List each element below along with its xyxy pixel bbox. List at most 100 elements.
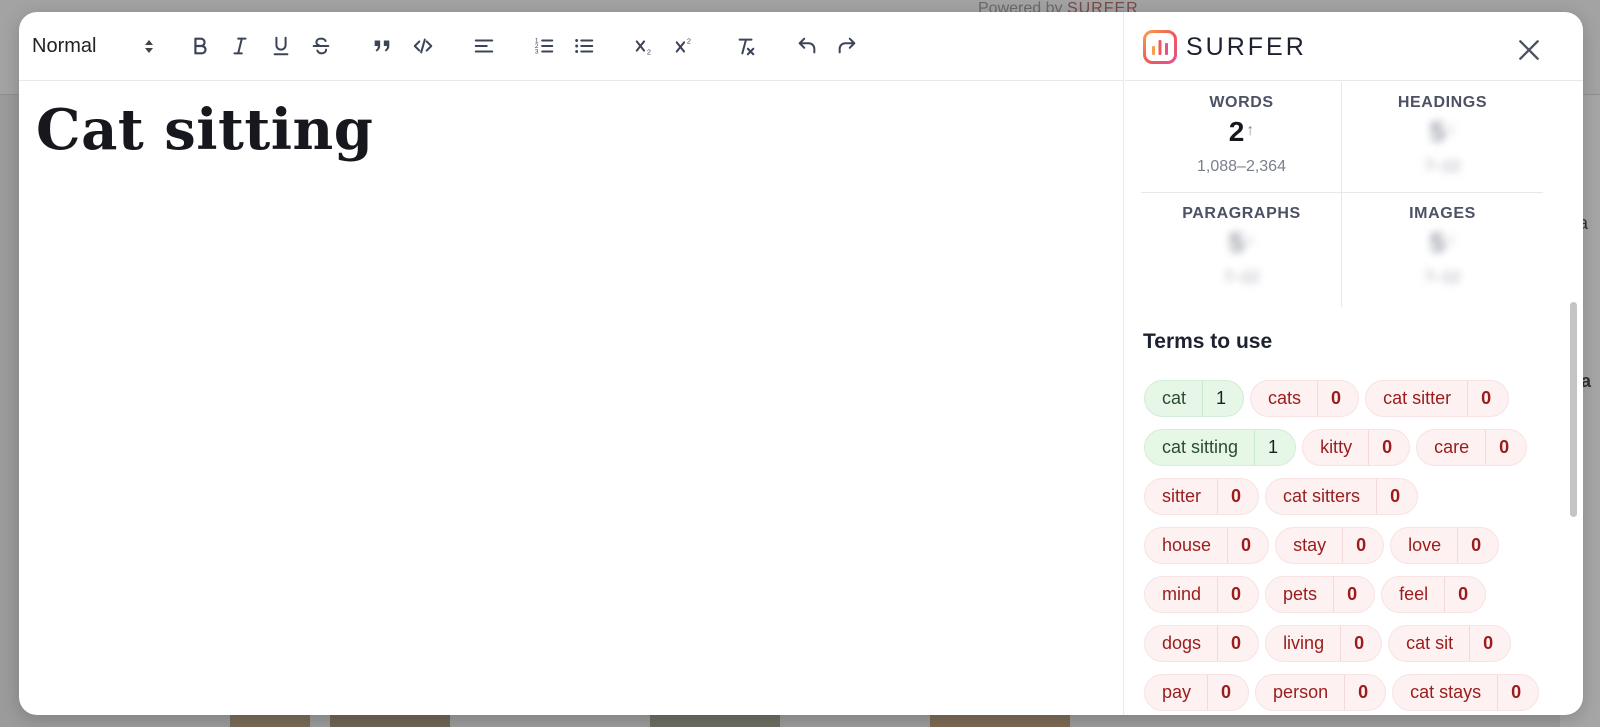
term-chip[interactable]: cat sitting 1 (1144, 429, 1297, 466)
stat-value: 5 ↑ (1342, 116, 1543, 148)
term-count: 0 (1217, 577, 1258, 612)
code-button[interactable] (409, 32, 437, 60)
bullet-list-button[interactable] (570, 32, 598, 60)
underline-button[interactable] (267, 32, 295, 60)
bold-icon (194, 37, 207, 55)
term-chip[interactable]: kitty 0 (1302, 429, 1411, 466)
term-count: 0 (1485, 430, 1526, 465)
italic-icon (233, 37, 247, 55)
formatting-toolbar: Normal 1 2 3 2 2 (19, 12, 1124, 81)
underline-icon (273, 36, 289, 56)
term-label: cat (1162, 388, 1187, 408)
subscript-button[interactable]: 2 (631, 32, 659, 60)
term-count: 0 (1340, 626, 1381, 661)
term-chip[interactable]: house 0 (1144, 527, 1270, 564)
term-chip[interactable]: stay 0 (1275, 527, 1385, 564)
align-button[interactable] (470, 32, 498, 60)
term-label: pets (1283, 584, 1318, 604)
ordered-list-button[interactable]: 123 (530, 32, 558, 60)
term-count: 0 (1333, 577, 1374, 612)
content-sidebar: SURFER WORDS 2 ↑ 1,088–2,364 HEADINGS 5 ↑ … (1125, 12, 1583, 715)
term-label: cat sitters (1283, 486, 1361, 506)
blockquote-button[interactable] (368, 32, 396, 60)
terms-to-use-heading: Terms to use (1143, 330, 1273, 353)
svg-text:2: 2 (687, 36, 691, 45)
select-arrows-icon (144, 37, 154, 55)
term-label: dogs (1162, 633, 1202, 653)
stat-images: IMAGES 5 ↑ 7–12 (1342, 193, 1543, 305)
term-count: 0 (1457, 528, 1498, 563)
stat-number: 5 (1228, 227, 1245, 258)
term-count: 0 (1217, 626, 1258, 661)
clear-format-button[interactable] (732, 32, 760, 60)
clear-format-icon (738, 38, 755, 56)
term-label: cat sitting (1162, 437, 1239, 457)
term-label: cat sit (1406, 633, 1454, 653)
term-chip[interactable]: mind 0 (1144, 576, 1260, 613)
bold-button[interactable] (186, 32, 214, 60)
paragraph-format-select[interactable]: Normal (32, 34, 154, 58)
stat-number: 5 (1429, 116, 1446, 147)
ordered-list-icon: 123 (535, 37, 554, 55)
terms-list: cat 1 cats 0 cat sitter 0 cat sitting 1 kitty 0 ca… (1144, 380, 1544, 711)
term-label: sitter (1162, 486, 1202, 506)
term-chip[interactable]: cat 1 (1144, 380, 1245, 417)
redo-button[interactable] (833, 32, 861, 60)
surfer-logo-icon (1143, 30, 1177, 64)
stat-value: 2 ↑ (1141, 116, 1342, 148)
stat-label: HEADINGS (1397, 94, 1488, 111)
term-chip[interactable]: feel 0 (1381, 576, 1487, 613)
undo-button[interactable] (793, 32, 821, 60)
stat-label: WORDS (1209, 94, 1274, 111)
term-chip[interactable]: pets 0 (1265, 576, 1376, 613)
sidebar-scrollbar[interactable] (1567, 82, 1579, 715)
term-label: cat stays (1410, 682, 1482, 702)
document-title[interactable]: Cat sitting (36, 97, 1106, 164)
term-chip[interactable]: living 0 (1265, 625, 1383, 662)
stat-words: WORDS 2 ↑ 1,088–2,364 (1141, 82, 1342, 194)
arrow-up-icon: ↑ (1246, 122, 1255, 139)
term-count: 0 (1376, 479, 1417, 514)
blockquote-icon (374, 40, 390, 52)
strikethrough-button[interactable] (307, 32, 335, 60)
arrow-up-icon: ↑ (1246, 233, 1255, 250)
subscript-icon: 2 (635, 40, 651, 56)
term-label: stay (1293, 535, 1327, 555)
term-chip[interactable]: cat stays 0 (1392, 674, 1540, 711)
term-chip[interactable]: cat sitters 0 (1265, 478, 1419, 515)
term-count: 0 (1469, 626, 1510, 661)
italic-button[interactable] (226, 32, 254, 60)
term-count: 0 (1317, 381, 1358, 416)
code-icon (413, 38, 433, 54)
term-chip[interactable]: sitter 0 (1144, 478, 1260, 515)
term-label: mind (1162, 584, 1202, 604)
stat-range: 1,088–2,364 (1197, 158, 1286, 175)
scrollbar-thumb[interactable] (1570, 302, 1577, 517)
editor-pane: Normal 1 2 3 2 2 Cat sitting (19, 12, 1124, 715)
sidebar-body: WORDS 2 ↑ 1,088–2,364 HEADINGS 5 ↑ 7–12 PA… (1125, 82, 1565, 715)
close-icon (1519, 40, 1539, 60)
term-count: 0 (1207, 675, 1248, 710)
arrow-up-icon: ↑ (1447, 122, 1456, 139)
close-button[interactable] (1513, 34, 1545, 66)
stat-range: 7–12 (1424, 158, 1461, 175)
editor-modal: Normal 1 2 3 2 2 Cat sitting SURFER WORD… (19, 12, 1583, 715)
svg-text:2: 2 (647, 47, 651, 56)
stat-range: 7–12 (1424, 269, 1461, 286)
term-label: house (1162, 535, 1212, 555)
document-content[interactable]: Cat sitting (36, 97, 1106, 164)
stat-label: IMAGES (1409, 205, 1476, 222)
superscript-button[interactable]: 2 (671, 32, 699, 60)
term-chip[interactable]: cat sit 0 (1388, 625, 1512, 662)
term-count: 0 (1227, 528, 1268, 563)
term-chip[interactable]: dogs 0 (1144, 625, 1260, 662)
term-chip[interactable]: cats 0 (1250, 380, 1360, 417)
term-chip[interactable]: care 0 (1416, 429, 1528, 466)
arrow-up-icon: ↑ (1447, 233, 1456, 250)
term-label: living (1283, 633, 1325, 653)
term-chip[interactable]: person 0 (1255, 674, 1387, 711)
term-label: feel (1399, 584, 1429, 604)
term-chip[interactable]: cat sitter 0 (1365, 380, 1510, 417)
term-chip[interactable]: pay 0 (1144, 674, 1250, 711)
term-chip[interactable]: love 0 (1390, 527, 1500, 564)
